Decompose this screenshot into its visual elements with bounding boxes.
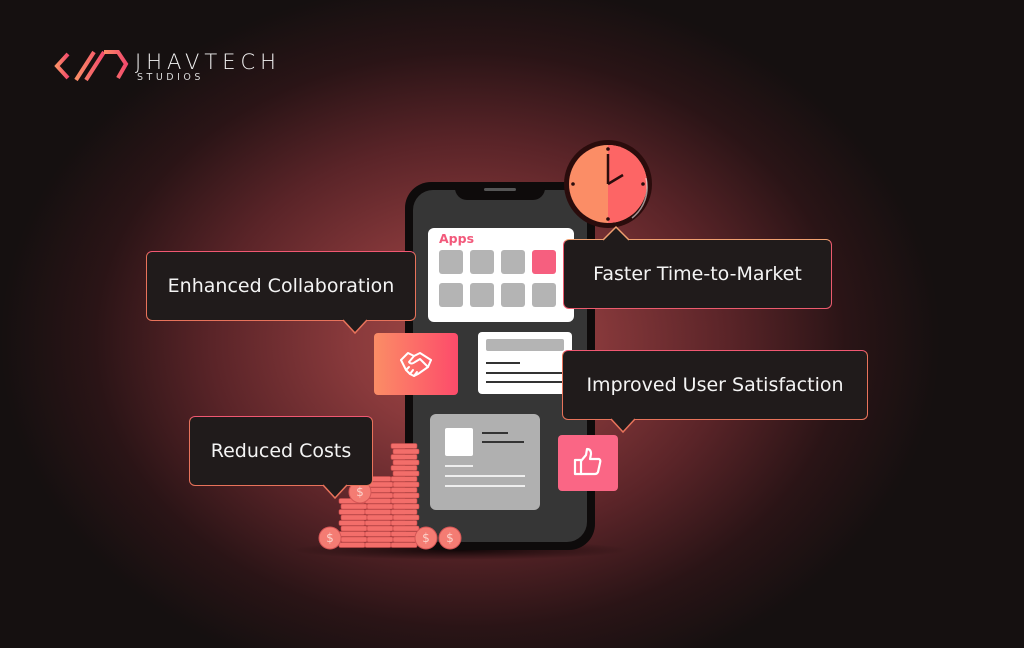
app-tile (501, 283, 525, 307)
callout-pointer (602, 225, 630, 241)
dollar-sign: $ (326, 531, 334, 545)
coin (390, 542, 418, 548)
app-tile (439, 250, 463, 274)
coin (364, 520, 392, 526)
callout-pointer (342, 319, 368, 335)
coin (366, 536, 394, 543)
card-header-bar (486, 339, 564, 351)
callout-label: Improved User Satisfaction (586, 374, 844, 396)
apps-card-title: Apps (439, 231, 475, 246)
callout-pointer (610, 418, 636, 434)
brand-subtitle: STUDIOS (137, 72, 204, 83)
coin (366, 514, 394, 521)
coin (392, 503, 420, 510)
logo-icon (54, 50, 129, 82)
coin (340, 525, 368, 532)
coin (390, 531, 418, 537)
coin (364, 509, 392, 515)
collaboration-icon-tile (374, 333, 458, 395)
app-tile (532, 250, 556, 274)
coin (338, 542, 366, 548)
dollar-sign: $ (446, 531, 454, 545)
callout-pointer (322, 484, 348, 500)
coin (340, 503, 368, 510)
coin (390, 454, 418, 460)
card-line (486, 362, 520, 364)
coin (392, 514, 420, 521)
callout-label: Faster Time-to-Market (593, 263, 802, 285)
brand-name: JHAVTECH (135, 50, 281, 74)
coin (390, 498, 418, 504)
coin (390, 465, 418, 471)
callout-reduced-costs: Reduced Costs (189, 416, 373, 486)
coin (366, 525, 394, 532)
coin (392, 492, 420, 499)
app-tile (532, 283, 556, 307)
dollar-sign: $ (356, 485, 364, 499)
callout-faster-time-to-market: Faster Time-to-Market (563, 239, 832, 309)
coin (364, 531, 392, 537)
coin (390, 520, 418, 526)
coin (338, 509, 366, 515)
coin (392, 525, 420, 532)
coin (340, 514, 368, 521)
clock-icon (564, 140, 652, 228)
app-tile (501, 250, 525, 274)
coin (392, 481, 420, 488)
coin (390, 509, 418, 515)
coin (338, 531, 366, 537)
callout-improved-user-satisfaction: Improved User Satisfaction (562, 350, 868, 420)
phone-speaker (484, 188, 516, 191)
app-tile (470, 250, 494, 274)
coin (390, 487, 418, 493)
coin (390, 476, 418, 482)
coin (338, 520, 366, 526)
card-line (486, 372, 564, 374)
coin (392, 448, 420, 455)
card-line (482, 441, 524, 443)
coin (390, 443, 418, 449)
coin (392, 459, 420, 466)
callout-label: Enhanced Collaboration (167, 275, 395, 297)
app-tile (470, 283, 494, 307)
satisfaction-icon-tile (558, 435, 618, 491)
text-card (478, 332, 572, 394)
callout-label: Reduced Costs (210, 440, 352, 462)
coin (364, 542, 392, 548)
coin (392, 470, 420, 477)
dollar-sign: $ (422, 531, 430, 545)
callout-enhanced-collaboration: Enhanced Collaboration (146, 251, 416, 321)
app-tile (439, 283, 463, 307)
coin (366, 503, 394, 510)
handshake-icon (400, 352, 432, 377)
card-line (482, 432, 508, 434)
coin (340, 536, 368, 543)
card-line (486, 381, 564, 383)
thumbs-up-icon (573, 447, 602, 476)
